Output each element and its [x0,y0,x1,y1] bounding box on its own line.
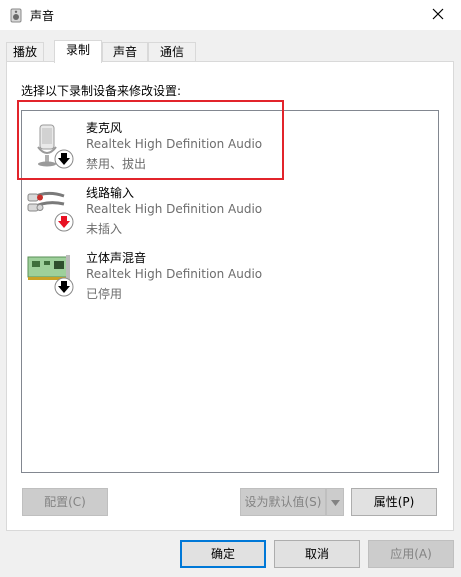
line-in-cable-icon [26,184,78,236]
device-name: 线路输入 [86,186,135,200]
list-item-line-in[interactable]: 线路输入 Realtek High Definition Audio 未插入 [22,178,438,240]
tab-recording[interactable]: 录制 [54,40,102,63]
down-arrow-badge-icon [54,149,74,169]
sound-dialog: 声音 播放 录制 声音 通信 选择以下录制设备来修改设置: 麦克风 Realte… [0,0,461,577]
speaker-icon [8,7,24,23]
tab-playback[interactable]: 播放 [6,42,44,62]
ok-button[interactable]: 确定 [180,540,266,568]
close-button[interactable] [415,0,461,30]
device-status: 未插入 [86,222,123,236]
down-arrow-badge-icon [54,212,74,232]
tab-sounds[interactable]: 声音 [102,42,148,62]
down-arrow-badge-icon [54,277,74,297]
apply-button[interactable]: 应用(A) [368,540,454,568]
device-driver: Realtek High Definition Audio [86,202,263,216]
device-status: 禁用、拔出 [86,157,147,171]
tab-communications[interactable]: 通信 [148,42,196,62]
device-driver: Realtek High Definition Audio [86,137,263,151]
configure-button[interactable]: 配置(C) [22,488,108,516]
set-default-dropdown[interactable] [326,488,344,516]
device-list[interactable]: 麦克风 Realtek High Definition Audio 禁用、拔出 [21,110,439,473]
microphone-icon [26,119,78,171]
title-bar[interactable]: 声音 [0,0,461,30]
list-item-stereo-mix[interactable]: 立体声混音 Realtek High Definition Audio 已停用 [22,243,438,305]
recording-panel: 选择以下录制设备来修改设置: 麦克风 Realtek High Definiti… [6,61,454,531]
device-name: 麦克风 [86,121,123,135]
window-title: 声音 [30,9,55,23]
chevron-down-icon [330,495,340,509]
list-item-microphone[interactable]: 麦克风 Realtek High Definition Audio 禁用、拔出 [22,113,438,175]
properties-button[interactable]: 属性(P) [351,488,437,516]
cancel-button[interactable]: 取消 [274,540,360,568]
set-default-button[interactable]: 设为默认值(S) [240,488,326,516]
close-icon [432,8,444,23]
device-name: 立体声混音 [86,251,147,265]
instruction-text: 选择以下录制设备来修改设置: [21,84,182,98]
device-driver: Realtek High Definition Audio [86,267,263,281]
sound-card-icon [26,249,78,301]
device-status: 已停用 [86,287,123,301]
